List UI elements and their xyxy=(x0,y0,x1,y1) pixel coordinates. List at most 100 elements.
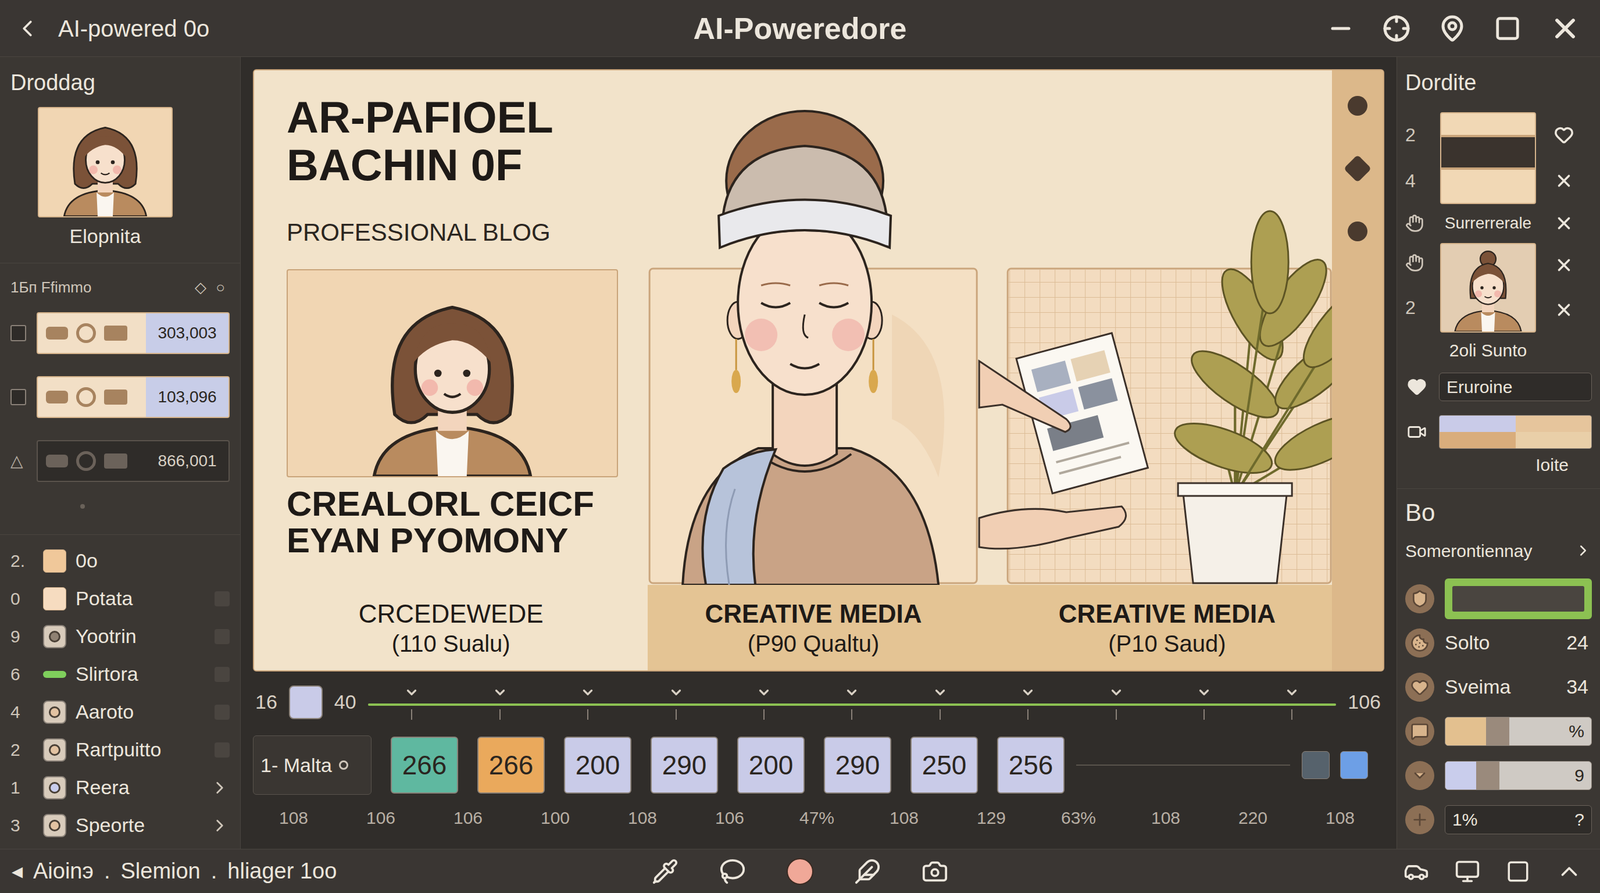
clip-chip[interactable]: 200 xyxy=(737,736,805,794)
property-value: % xyxy=(1561,718,1592,745)
property-row[interactable]: 9 xyxy=(1405,753,1592,798)
brush-color-icon[interactable] xyxy=(786,858,814,885)
timeline-swatch[interactable] xyxy=(288,685,323,720)
car-icon[interactable] xyxy=(1403,858,1430,885)
asset-row[interactable]: 103,096 xyxy=(10,376,230,419)
property-input[interactable]: 1%? xyxy=(1444,805,1592,835)
property-slider[interactable]: 9 xyxy=(1444,761,1592,791)
heart-icon[interactable] xyxy=(1554,125,1574,145)
close-icon[interactable] xyxy=(1548,12,1582,45)
layer-item[interactable]: 4Aaroto xyxy=(10,693,230,731)
asset-shape-icon xyxy=(76,451,96,471)
layer-item[interactable]: 9Yootrin xyxy=(10,617,230,656)
asset-item[interactable]: 866,001 xyxy=(36,440,230,482)
label-close-icon[interactable] xyxy=(1554,213,1574,234)
asset-item[interactable]: 303,003 xyxy=(36,312,230,355)
tick-chevron-icon xyxy=(1284,684,1300,700)
clip-chip[interactable]: 266 xyxy=(390,736,459,794)
asset-row[interactable]: 303,003 xyxy=(10,312,230,355)
caption-detail: (P10 Saud) xyxy=(1108,629,1226,658)
breadcrumb-item[interactable]: Aioinэ xyxy=(33,854,94,888)
asset-checkbox[interactable] xyxy=(10,325,27,342)
layer-item[interactable]: 2Rartpuitto xyxy=(10,730,230,769)
ruler-label: 106 xyxy=(424,804,512,831)
asset-checkbox[interactable] xyxy=(10,388,27,406)
layer-visibility-box[interactable] xyxy=(214,666,230,682)
layer-thumb-row[interactable]: 2 xyxy=(1405,243,1592,333)
canvas-title: AR-PAFIOELBACHIN 0F xyxy=(286,93,639,189)
status-bar: ◂Aioinэ.Slemion.hliager 1oo xyxy=(0,848,1600,893)
property-row[interactable]: 1%? xyxy=(1405,797,1592,842)
layer-visibility-box[interactable] xyxy=(214,742,230,758)
layer-thumb-row[interactable]: 24 xyxy=(1405,112,1592,205)
layer-index: 6 xyxy=(10,661,34,688)
target-icon[interactable] xyxy=(1382,14,1411,43)
profile-card[interactable] xyxy=(37,106,173,218)
back-button[interactable]: AI-powered 0o xyxy=(13,11,694,46)
property-row[interactable]: % xyxy=(1405,709,1592,754)
breadcrumbs: ◂Aioinэ.Slemion.hliager 1oo xyxy=(11,854,652,888)
property-row[interactable]: Sveima34 xyxy=(1405,665,1592,710)
layer-close-icon[interactable] xyxy=(1554,170,1574,191)
track-swatch[interactable] xyxy=(1301,751,1330,780)
track-label[interactable]: 1- Malta xyxy=(252,735,372,795)
header-mark[interactable]: ◇ xyxy=(194,276,207,299)
design-canvas[interactable]: AR-PAFIOELBACHIN 0FPROFESSIONAL BLOGCREA… xyxy=(252,69,1385,672)
layer-visibility-box[interactable] xyxy=(214,591,230,607)
tick-mark xyxy=(763,709,765,720)
layer-item[interactable]: 3Speorte xyxy=(10,806,230,845)
property-slider[interactable]: % xyxy=(1444,716,1592,746)
layer-item[interactable]: 0Potata xyxy=(10,579,230,618)
frame-icon[interactable] xyxy=(1505,859,1531,884)
maximize-icon[interactable] xyxy=(1494,15,1521,42)
timeline-track[interactable] xyxy=(368,677,1337,727)
feather-icon[interactable] xyxy=(854,858,881,885)
layer-item[interactable]: 1Reera xyxy=(10,768,230,807)
breadcrumb-item[interactable]: Slemion xyxy=(120,854,200,888)
clip-chip[interactable]: 290 xyxy=(823,736,892,794)
property-row[interactable]: Solto24 xyxy=(1405,620,1592,666)
chevron-up-icon[interactable] xyxy=(1555,858,1583,885)
asset-shape-icon xyxy=(45,454,69,468)
asset-shape-icon xyxy=(76,387,96,407)
breadcrumb-item[interactable]: hliager 1oo xyxy=(227,854,337,888)
caption-title: CRCEDEWEDE xyxy=(358,598,544,630)
strip-dot[interactable] xyxy=(1347,221,1368,242)
strip-dot[interactable] xyxy=(1343,154,1372,183)
asset-row[interactable]: △866,001 xyxy=(10,440,230,482)
breadcrumb-lead[interactable]: ◂ xyxy=(11,854,23,888)
layer-visibility-box[interactable] xyxy=(214,704,230,720)
track-swatch[interactable] xyxy=(1340,751,1369,780)
asset-item[interactable]: 103,096 xyxy=(36,376,230,419)
camera-icon[interactable] xyxy=(921,858,949,885)
property-swatch[interactable] xyxy=(1444,578,1592,620)
canvas-column: CREATIVE MEDIA(P10 Saud) xyxy=(979,70,1332,671)
pin-icon[interactable] xyxy=(1438,14,1467,43)
property-row[interactable] xyxy=(1405,576,1592,621)
layer-item[interactable]: 6Slirtora xyxy=(10,655,230,694)
chevron-right-icon[interactable] xyxy=(209,815,230,836)
thumb-second-close-icon[interactable] xyxy=(1554,300,1574,320)
layer-label: Rartpuitto xyxy=(75,734,206,765)
tool-bar xyxy=(651,858,949,885)
thumb-close-icon[interactable] xyxy=(1554,255,1574,275)
strip-dot[interactable] xyxy=(1347,95,1368,116)
chevron-right-icon[interactable] xyxy=(209,777,230,798)
clip-chip[interactable]: 250 xyxy=(910,736,978,794)
clip-chip[interactable]: 290 xyxy=(650,736,719,794)
hand-icon[interactable] xyxy=(1405,253,1424,273)
minimize-icon[interactable] xyxy=(1326,14,1355,43)
monitor-icon[interactable] xyxy=(1454,858,1481,885)
clip-chip[interactable]: 200 xyxy=(563,736,632,794)
name-field[interactable]: Eruroine xyxy=(1438,372,1592,402)
clip-chip[interactable]: 256 xyxy=(997,736,1065,794)
layer-item[interactable]: 2.0o xyxy=(10,541,230,580)
lasso-icon[interactable] xyxy=(719,858,746,885)
hand-icon[interactable] xyxy=(1405,213,1424,233)
header-mark[interactable]: ○ xyxy=(215,276,225,299)
section-link[interactable]: Somerontiennay xyxy=(1405,537,1592,564)
layer-visibility-box[interactable] xyxy=(214,629,230,645)
pipette-icon[interactable] xyxy=(651,858,679,885)
color-swatch-bar[interactable] xyxy=(1438,415,1592,449)
clip-chip[interactable]: 266 xyxy=(477,736,545,794)
